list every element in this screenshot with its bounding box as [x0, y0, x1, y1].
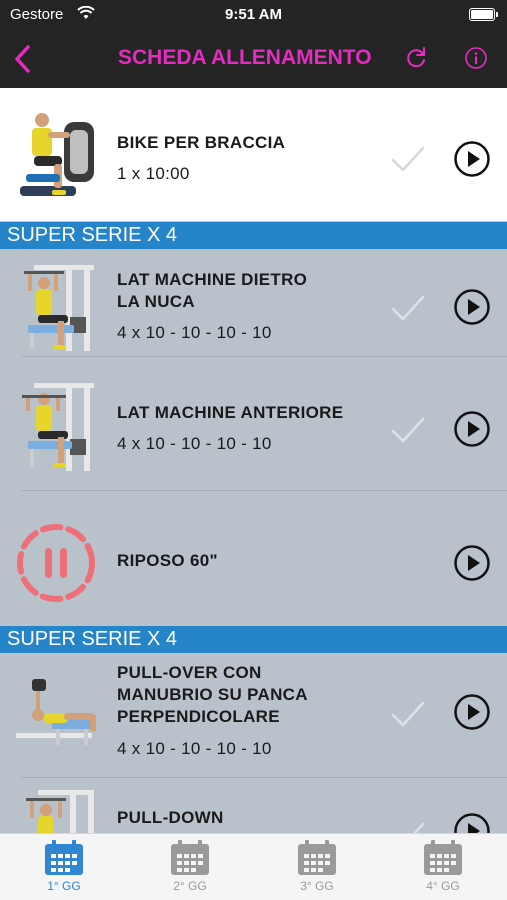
clock: 9:51 AM [225, 6, 282, 23]
exercise-sets: 4 x 10 - 10 - 10 - 10 [117, 323, 272, 342]
exercise-sets: 4 x 10 - 10 - 10 - 10 [117, 434, 272, 453]
play-icon[interactable] [453, 693, 491, 731]
tab-day-1[interactable]: 1° GG [24, 840, 104, 893]
play-icon[interactable] [453, 812, 491, 833]
check-icon[interactable] [390, 293, 426, 323]
play-icon[interactable] [453, 288, 491, 326]
exercise-row-pulldown[interactable]: PULL-DOWN [0, 778, 507, 833]
calendar-icon [45, 840, 83, 875]
exercise-thumbnail [14, 671, 102, 751]
page-title: SCHEDA ALLENAMENTO [118, 46, 372, 69]
play-icon[interactable] [453, 410, 491, 448]
superset-header: SUPER SERIE X 4 [0, 222, 507, 249]
calendar-icon [171, 840, 209, 875]
exercise-name: LAT MACHINE ANTERIORE [117, 403, 344, 422]
exercise-row-lat-machine-neck[interactable]: LAT MACHINE DIETRO LA NUCA 4 x 10 - 10 -… [0, 249, 507, 356]
exercise-name-line2: LA NUCA [117, 292, 195, 311]
tab-day-4[interactable]: 4° GG [403, 840, 483, 893]
exercise-row-lat-machine-front[interactable]: LAT MACHINE ANTERIORE 4 x 10 - 10 - 10 -… [0, 357, 507, 490]
status-bar: Gestore 9:51 AM [0, 0, 507, 30]
play-icon[interactable] [453, 544, 491, 582]
calendar-icon [298, 840, 336, 875]
exercise-name-line3: PERPENDICOLARE [117, 707, 280, 726]
exercise-thumbnail [14, 261, 102, 355]
exercise-thumbnail [14, 786, 102, 833]
tab-label: 1° GG [47, 879, 81, 893]
exercise-name: LAT MACHINE DIETRO [117, 270, 308, 289]
info-icon[interactable] [463, 45, 489, 71]
check-icon[interactable] [390, 144, 426, 174]
back-arrow-icon[interactable] [10, 42, 40, 76]
tab-label: 2° GG [173, 879, 207, 893]
exercise-name: PULL-DOWN [117, 808, 224, 827]
battery-icon [469, 8, 498, 21]
exercise-name: BIKE PER BRACCIA [117, 133, 286, 152]
navigation-bar: SCHEDA ALLENAMENTO [0, 30, 507, 88]
calendar-icon [424, 840, 462, 875]
exercise-sets: 4 x 10 - 10 - 10 - 10 [117, 739, 272, 758]
superset-header: SUPER SERIE X 4 [0, 626, 507, 653]
tab-day-3[interactable]: 3° GG [277, 840, 357, 893]
exercise-row-bike[interactable]: BIKE PER BRACCIA 1 x 10:00 [0, 88, 507, 221]
tab-label: 3° GG [300, 879, 334, 893]
tab-bar: 1° GG 2° GG 3° GG 4° GG [0, 833, 507, 900]
exercise-sets: 1 x 10:00 [117, 164, 190, 183]
exercise-thumbnail [14, 379, 102, 475]
check-icon[interactable] [390, 820, 426, 833]
rest-row[interactable]: RIPOSO 60" [0, 491, 507, 626]
pause-timer-icon [14, 521, 102, 605]
tab-label: 4° GG [426, 879, 460, 893]
exercise-row-pullover[interactable]: PULL-OVER CON MANUBRIO SU PANCA PERPENDI… [0, 653, 507, 777]
rest-label: RIPOSO 60" [117, 551, 218, 570]
exercise-name-line2: MANUBRIO SU PANCA [117, 685, 308, 704]
refresh-icon[interactable] [403, 45, 429, 71]
exercise-thumbnail [14, 108, 102, 204]
play-icon[interactable] [453, 140, 491, 178]
check-icon[interactable] [390, 699, 426, 729]
check-icon[interactable] [390, 415, 426, 445]
tab-day-2[interactable]: 2° GG [150, 840, 230, 893]
exercise-name: PULL-OVER CON [117, 663, 262, 682]
